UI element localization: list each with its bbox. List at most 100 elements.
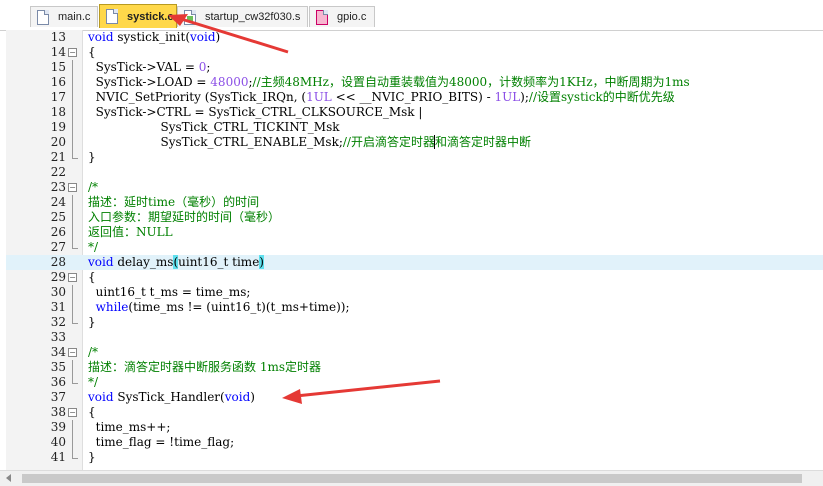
line-number: 39 — [50, 420, 66, 434]
code-line[interactable]: 24 描述：延时time（毫秒）的时间 — [6, 195, 823, 210]
code-text: } — [88, 150, 96, 164]
c-file-modified-icon — [316, 10, 328, 25]
fold-line — [72, 75, 73, 90]
code-line[interactable]: 15 SysTick->VAL = 0; — [6, 60, 823, 75]
keyword: void — [88, 255, 114, 269]
fold-line — [72, 285, 73, 300]
code-line[interactable]: 19 SysTick_CTRL_TICKINT_Msk — [6, 120, 823, 135]
code-text: } — [88, 315, 96, 329]
code-line[interactable]: 16 SysTick->LOAD = 48000;//主频48MHz，设置自动重… — [6, 75, 823, 90]
line-number: 13 — [50, 30, 66, 44]
fold-end — [72, 375, 78, 384]
number-literal: 1UL — [494, 90, 521, 104]
code-text: time_ms++; — [88, 420, 171, 434]
c-file-icon — [37, 10, 49, 25]
code-line[interactable]: 35 描述：滴答定时器中断服务函数 1ms定时器 — [6, 360, 823, 375]
fold-toggle-icon[interactable]: − — [68, 48, 77, 57]
scroll-left-arrow-icon[interactable] — [6, 474, 11, 482]
fold-line — [72, 225, 73, 240]
code-line[interactable]: 40 time_flag = !time_flag; — [6, 435, 823, 450]
code-line[interactable]: 39 time_ms++; — [6, 420, 823, 435]
code-line[interactable]: 25 入口参数：期望延时的时间（毫秒） — [6, 210, 823, 225]
line-number: 41 — [50, 450, 66, 464]
comment: 描述：延时time（毫秒）的时间 — [88, 195, 260, 209]
code-token: SysTick_Handler( — [113, 390, 225, 404]
line-number: 18 — [50, 105, 66, 119]
fold-end — [72, 450, 78, 459]
fold-end — [72, 240, 78, 249]
fold-toggle-icon[interactable]: − — [68, 348, 77, 357]
code-line[interactable]: 20 SysTick_CTRL_ENABLE_Msk;//开启滴答定时器和滴答定… — [6, 135, 823, 150]
code-line[interactable]: 27 */ — [6, 240, 823, 255]
code-line[interactable]: 26 返回值：NULL — [6, 225, 823, 240]
fold-line — [72, 360, 73, 375]
code-text: SysTick->VAL = 0; — [88, 60, 211, 75]
code-token: SysTick->LOAD = — [88, 75, 211, 89]
code-token: (time_ms != (uint16_t)(t_ms+time)); — [128, 300, 350, 314]
tab-main-c[interactable]: main.c — [30, 6, 98, 27]
fold-end — [72, 315, 78, 324]
comment: 入口参数：期望延时的时间（毫秒） — [88, 210, 281, 224]
code-text: NVIC_SetPriority (SysTick_IRQn, (1UL << … — [88, 90, 675, 105]
code-line[interactable]: 38 − { — [6, 405, 823, 420]
fold-toggle-icon[interactable]: − — [68, 273, 77, 282]
scrollbar-thumb[interactable] — [22, 474, 802, 483]
code-line[interactable]: 21 } — [6, 150, 823, 165]
fold-line — [72, 135, 73, 150]
tab-label: startup_cw32f030.s — [205, 11, 301, 23]
line-number: 17 — [50, 90, 66, 104]
code-text: SysTick_CTRL_ENABLE_Msk;//开启滴答定时器和滴答定时器中… — [88, 135, 531, 150]
keyword: void — [190, 30, 216, 44]
fold-toggle-icon[interactable]: − — [68, 183, 77, 192]
code-line[interactable]: 34 − /* — [6, 345, 823, 360]
code-line[interactable]: 14 − { — [6, 45, 823, 60]
code-text: { — [88, 405, 96, 419]
code-line[interactable]: 18 SysTick->CTRL = SysTick_CTRL_CLKSOURC… — [6, 105, 823, 120]
code-line[interactable]: 37 void SysTick_Handler(void) — [6, 390, 823, 405]
code-line[interactable]: 22 — [6, 165, 823, 180]
code-line[interactable]: 41 } — [6, 450, 823, 465]
code-text: { — [88, 45, 96, 59]
line-number: 24 — [50, 195, 66, 209]
line-number: 19 — [50, 120, 66, 134]
code-line-current[interactable]: 28 void delay_ms(uint16_t time) — [6, 255, 823, 270]
line-number: 25 — [50, 210, 66, 224]
tab-systick-c[interactable]: systick.c — [99, 4, 177, 28]
code-line[interactable]: 33 — [6, 330, 823, 345]
fold-line — [72, 120, 73, 135]
code-text: time_flag = !time_flag; — [88, 435, 235, 449]
code-token: ) — [215, 30, 221, 44]
code-editor[interactable]: 13 void systick_init(void) 14 − { 15 Sys… — [6, 30, 823, 470]
horizontal-scrollbar[interactable] — [0, 470, 823, 486]
code-line[interactable]: 32 } — [6, 315, 823, 330]
code-line[interactable]: 17 NVIC_SetPriority (SysTick_IRQn, (1UL … — [6, 90, 823, 105]
brace-match: ) — [259, 255, 264, 269]
line-number: 36 — [50, 375, 66, 389]
tab-startup-s[interactable]: startup_cw32f030.s — [177, 6, 308, 27]
code-line[interactable]: 13 void systick_init(void) — [6, 30, 823, 45]
line-number: 34 — [50, 345, 66, 359]
asm-file-icon — [184, 10, 196, 25]
code-line[interactable]: 31 while(time_ms != (uint16_t)(t_ms+time… — [6, 300, 823, 315]
comment: /* — [88, 345, 99, 359]
fold-line — [72, 435, 73, 450]
code-token: SysTick_CTRL_ENABLE_Msk; — [88, 135, 343, 149]
code-text: } — [88, 450, 96, 464]
fold-toggle-icon[interactable]: − — [68, 408, 77, 417]
tab-gpio-c[interactable]: gpio.c — [309, 6, 375, 27]
line-number: 31 — [50, 300, 66, 314]
code-line[interactable]: 36 */ — [6, 375, 823, 390]
keyword: void — [88, 390, 114, 404]
line-number: 33 — [50, 330, 66, 344]
fold-line — [72, 90, 73, 105]
code-line[interactable]: 29 − { — [6, 270, 823, 285]
code-line[interactable]: 23 − /* — [6, 180, 823, 195]
comment: /* — [88, 180, 99, 194]
code-text: uint16_t t_ms = time_ms; — [88, 285, 251, 299]
comment: //开启滴答定时器和滴答定时器中断 — [342, 135, 531, 149]
fold-line — [72, 105, 73, 120]
line-number: 22 — [50, 165, 66, 179]
code-token: systick_init( — [113, 30, 191, 44]
line-number: 37 — [50, 390, 66, 404]
code-line[interactable]: 30 uint16_t t_ms = time_ms; — [6, 285, 823, 300]
